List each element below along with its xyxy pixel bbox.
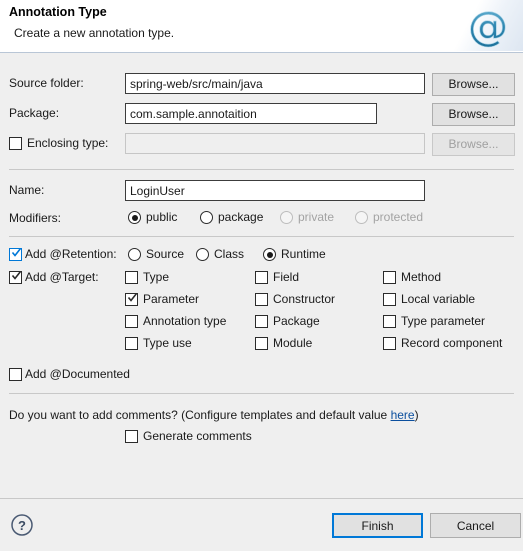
svg-text:?: ? — [18, 518, 26, 533]
target-row: Add @Target: Type Parameter Annotation t… — [0, 267, 523, 357]
generate-comments-checkbox[interactable] — [125, 430, 138, 443]
comments-question-suffix: ) — [414, 408, 419, 422]
cancel-button[interactable]: Cancel — [430, 513, 521, 538]
page-title: Annotation Type — [9, 5, 107, 19]
finish-button[interactable]: Finish — [332, 513, 423, 538]
target-checkbox-type-use[interactable] — [125, 337, 138, 350]
source-folder-label: Source folder: — [9, 76, 84, 90]
check-mark-icon — [11, 247, 22, 258]
package-browse-button[interactable]: Browse... — [432, 103, 515, 126]
enclosing-type-label: Enclosing type: — [27, 136, 109, 150]
target-label-module: Module — [273, 336, 313, 350]
target-checkbox-local-variable[interactable] — [383, 293, 396, 306]
dialog-body: Source folder: Browse... Package: Browse… — [0, 53, 523, 499]
target-checkbox-record-component[interactable] — [383, 337, 396, 350]
target-label-method: Method — [401, 270, 442, 284]
target-label-constructor: Constructor — [273, 292, 336, 306]
svg-text:@: @ — [468, 4, 508, 50]
target-checkbox-field[interactable] — [255, 271, 268, 284]
package-input[interactable] — [125, 103, 377, 124]
modifiers-row: Modifiers: public package private protec… — [0, 208, 523, 230]
package-row: Package: Browse... — [0, 103, 523, 126]
separator-3 — [9, 393, 514, 394]
retention-row: Add @Retention: Source Class Runtime — [0, 244, 523, 266]
target-checkbox-type[interactable] — [125, 271, 138, 284]
retention-radio-class[interactable] — [196, 248, 209, 261]
enclosing-type-browse-button: Browse... — [432, 133, 515, 156]
modifier-radio-package[interactable] — [200, 211, 213, 224]
radio-dot — [266, 251, 273, 258]
modifier-radio-private — [280, 211, 293, 224]
generate-comments-label: Generate comments — [143, 429, 252, 443]
add-retention-checkbox[interactable] — [9, 248, 22, 261]
source-folder-input[interactable] — [125, 73, 425, 94]
target-label-type-use: Type use — [143, 336, 192, 350]
modifier-label-package: package — [218, 210, 264, 224]
target-checkbox-module[interactable] — [255, 337, 268, 350]
modifier-label-public: public — [146, 210, 178, 224]
modifier-radio-public[interactable] — [128, 211, 141, 224]
retention-label-source: Source — [146, 247, 185, 261]
modifiers-label: Modifiers: — [9, 211, 62, 225]
radio-dot — [131, 214, 138, 221]
target-label-package: Package — [273, 314, 320, 328]
name-input[interactable] — [125, 180, 425, 201]
target-label-annotation-type: Annotation type — [143, 314, 227, 328]
target-checkbox-constructor[interactable] — [255, 293, 268, 306]
separator-1 — [9, 169, 514, 170]
target-label-parameter: Parameter — [143, 292, 200, 306]
add-documented-label: Add @Documented — [25, 367, 130, 381]
retention-radio-source[interactable] — [128, 248, 141, 261]
check-mark-icon — [127, 292, 138, 303]
package-label: Package: — [9, 106, 60, 120]
retention-radio-runtime[interactable] — [263, 248, 276, 261]
retention-label-class: Class — [214, 247, 245, 261]
target-checkbox-package[interactable] — [255, 315, 268, 328]
target-checkbox-type-parameter[interactable] — [383, 315, 396, 328]
add-target-checkbox[interactable] — [9, 271, 22, 284]
add-documented-checkbox[interactable] — [9, 368, 22, 381]
enclosing-type-checkbox[interactable] — [9, 137, 22, 150]
enclosing-type-input — [125, 133, 425, 154]
target-label-field: Field — [273, 270, 300, 284]
comments-question: Do you want to add comments? (Configure … — [9, 408, 419, 422]
modifier-label-protected: protected — [373, 210, 424, 224]
target-label-local-variable: Local variable — [401, 292, 476, 306]
target-label-record-component: Record component — [401, 336, 503, 350]
name-label: Name: — [9, 183, 45, 197]
comments-question-row: Do you want to add comments? (Configure … — [0, 405, 523, 427]
documented-row: Add @Documented — [0, 364, 523, 386]
generate-comments-row: Generate comments — [0, 427, 523, 449]
target-checkbox-annotation-type[interactable] — [125, 315, 138, 328]
comments-question-prefix: Do you want to add comments? (Configure … — [9, 408, 391, 422]
retention-label-runtime: Runtime — [281, 247, 326, 261]
target-checkbox-method[interactable] — [383, 271, 396, 284]
target-label-type-parameter: Type parameter — [401, 314, 486, 328]
source-folder-browse-button[interactable]: Browse... — [432, 73, 515, 96]
at-sign-icon: @ — [465, 4, 511, 51]
target-checkbox-parameter[interactable] — [125, 293, 138, 306]
target-label-type: Type — [143, 270, 170, 284]
dialog-header: Annotation Type Create a new annotation … — [0, 0, 523, 53]
dialog-footer: ? Finish Cancel — [0, 498, 523, 551]
page-description: Create a new annotation type. — [14, 26, 175, 40]
source-folder-row: Source folder: Browse... — [0, 73, 523, 96]
enclosing-type-row: Enclosing type: Browse... — [0, 133, 523, 156]
configure-templates-link[interactable]: here — [391, 408, 415, 422]
modifier-label-private: private — [298, 210, 335, 224]
add-retention-label: Add @Retention: — [25, 247, 117, 261]
modifier-radio-protected — [355, 211, 368, 224]
name-row: Name: — [0, 180, 523, 202]
check-mark-icon — [11, 270, 22, 281]
separator-2 — [9, 236, 514, 237]
help-circle-icon[interactable]: ? — [10, 513, 34, 537]
add-target-label: Add @Target: — [25, 270, 99, 284]
